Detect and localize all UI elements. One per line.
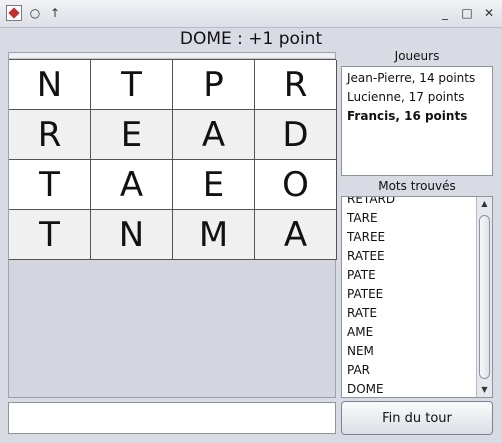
- board-cell[interactable]: R: [255, 60, 337, 110]
- maximize-icon[interactable]: □: [460, 5, 474, 21]
- players-list: Jean-Pierre, 14 points Lucienne, 17 point…: [341, 66, 493, 176]
- board-cell[interactable]: M: [173, 210, 255, 260]
- board-cell[interactable]: A: [173, 110, 255, 160]
- word-input[interactable]: [8, 402, 336, 434]
- board-cell[interactable]: E: [91, 110, 173, 160]
- letter-grid: NTPRREADTAEOTNMA: [9, 59, 337, 260]
- minimize-icon[interactable]: _: [438, 5, 452, 21]
- board-cell[interactable]: P: [173, 60, 255, 110]
- board-cell[interactable]: A: [91, 160, 173, 210]
- found-word-item[interactable]: NEM: [347, 342, 395, 361]
- board-cell[interactable]: T: [91, 60, 173, 110]
- board-cell[interactable]: A: [255, 210, 337, 260]
- found-word-item[interactable]: PATE: [347, 266, 395, 285]
- close-icon[interactable]: ✕: [482, 5, 496, 21]
- status-message: DOME : +1 point: [179, 29, 323, 49]
- board-cell[interactable]: E: [173, 160, 255, 210]
- player-item: Francis, 16 points: [347, 109, 468, 123]
- board-cell[interactable]: O: [255, 160, 337, 210]
- up-arrow-icon[interactable]: ↑: [48, 5, 62, 21]
- found-word-item[interactable]: DOME: [347, 380, 395, 397]
- scroll-thumb[interactable]: [479, 215, 490, 379]
- title-bar: ○ ↑ _ □ ✕: [0, 0, 502, 28]
- board-cell[interactable]: R: [9, 110, 91, 160]
- found-word-item[interactable]: PAR: [347, 361, 395, 380]
- players-title: Joueurs: [394, 49, 440, 63]
- board-cell[interactable]: T: [9, 210, 91, 260]
- player-item: Lucienne, 17 points: [347, 90, 465, 104]
- circle-icon[interactable]: ○: [28, 5, 42, 21]
- found-word-item[interactable]: TAREE: [347, 228, 395, 247]
- end-turn-button[interactable]: Fin du tour: [341, 401, 493, 435]
- board-cell[interactable]: N: [9, 60, 91, 110]
- words-scrollbar[interactable]: ▲ ▼: [476, 197, 492, 397]
- scroll-down-icon[interactable]: ▼: [477, 383, 492, 397]
- found-word-item[interactable]: PATEE: [347, 285, 395, 304]
- found-word-item[interactable]: TARE: [347, 209, 395, 228]
- found-word-item[interactable]: RATE: [347, 304, 395, 323]
- found-word-item[interactable]: AME: [347, 323, 395, 342]
- words-title: Mots trouvés: [378, 179, 456, 193]
- found-word-item[interactable]: RATEE: [347, 247, 395, 266]
- scroll-up-icon[interactable]: ▲: [477, 197, 492, 211]
- found-words-list[interactable]: RETARD TARE TAREE RATEE PATE PATEE RATE AME NEM P…: [341, 196, 493, 398]
- player-item: Jean-Pierre, 14 points: [347, 71, 476, 85]
- board-cell[interactable]: N: [91, 210, 173, 260]
- found-word-item[interactable]: RETARD: [347, 197, 395, 209]
- letter-board: NTPRREADTAEOTNMA: [8, 52, 337, 398]
- app-icon[interactable]: [6, 5, 22, 21]
- board-cell[interactable]: T: [9, 160, 91, 210]
- board-cell[interactable]: D: [255, 110, 337, 160]
